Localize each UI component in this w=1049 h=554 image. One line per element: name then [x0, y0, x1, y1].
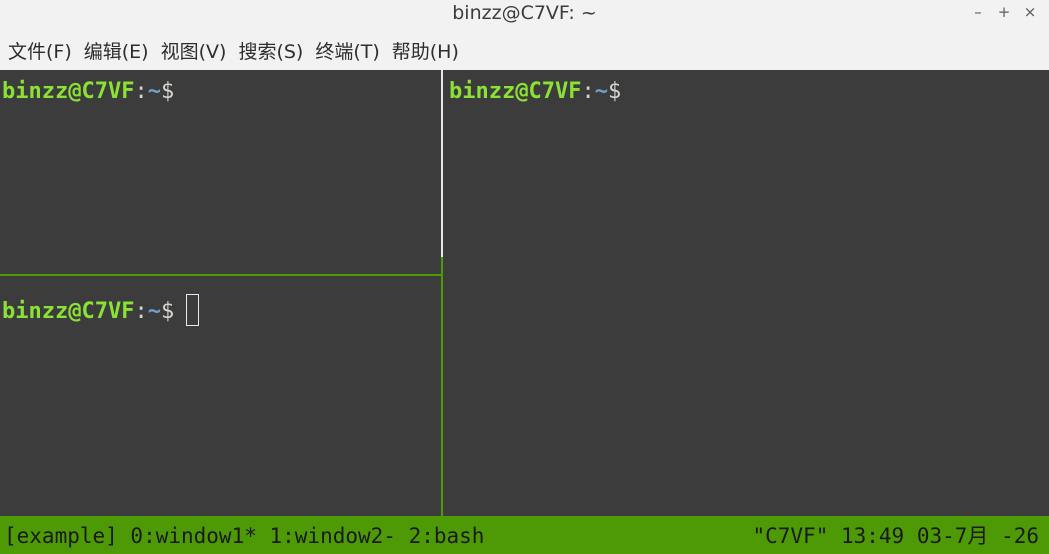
prompt-path: ~ — [594, 79, 608, 104]
prompt-path: ~ — [147, 79, 161, 104]
menu-help[interactable]: 帮助(H) — [386, 34, 465, 70]
tmux-status-bar: [example] 0:window1* 1:window2- 2:bash "… — [0, 516, 1049, 554]
prompt-user-host: binzz@C7VF — [2, 79, 135, 104]
text-cursor — [186, 294, 200, 326]
window-title: binzz@C7VF: ~ — [452, 2, 597, 24]
vertical-divider-lower[interactable] — [441, 257, 443, 516]
menu-edit[interactable]: 编辑(E) — [78, 34, 155, 70]
prompt-dollar: $ — [607, 79, 622, 104]
menu-search[interactable]: 搜索(S) — [232, 34, 309, 70]
prompt-colon: : — [581, 79, 595, 104]
status-host-time: "C7VF" 13:49 03-7月 -26 — [752, 524, 1039, 548]
prompt-dollar: $ — [160, 79, 175, 104]
prompt-path: ~ — [147, 299, 161, 324]
prompt-user-host: binzz@C7VF — [2, 299, 135, 324]
vertical-divider-upper[interactable] — [441, 70, 443, 257]
horizontal-divider[interactable] — [0, 274, 441, 276]
title-bar[interactable]: binzz@C7VF: ~ – + × — [0, 0, 1049, 34]
shell-prompt: binzz@C7VF:~$ — [2, 78, 174, 106]
shell-prompt: binzz@C7VF:~$ — [449, 78, 621, 106]
pane-right[interactable]: binzz@C7VF:~$ — [443, 70, 1041, 516]
menu-bar: 文件(F) 编辑(E) 视图(V) 搜索(S) 终端(T) 帮助(H) — [0, 34, 1049, 70]
terminal-area[interactable]: binzz@C7VF:~$ binzz@C7VF:~$ binzz@C7VF:~… — [0, 70, 1049, 554]
pane-bottom-left[interactable]: binzz@C7VF:~$ — [0, 276, 441, 516]
close-button[interactable]: × — [1017, 0, 1043, 24]
prompt-dollar: $ — [160, 299, 175, 324]
prompt-colon: : — [134, 299, 148, 324]
menu-file[interactable]: 文件(F) — [2, 34, 78, 70]
prompt-colon: : — [134, 79, 148, 104]
window-controls: – + × — [965, 0, 1043, 24]
pane-top-left[interactable]: binzz@C7VF:~$ — [0, 70, 441, 274]
terminal-window: binzz@C7VF: ~ – + × 文件(F) 编辑(E) 视图(V) 搜索… — [0, 0, 1049, 554]
menu-terminal[interactable]: 终端(T) — [309, 34, 385, 70]
status-window-list[interactable]: [example] 0:window1* 1:window2- 2:bash — [4, 516, 484, 554]
menu-view[interactable]: 视图(V) — [155, 34, 233, 70]
shell-prompt: binzz@C7VF:~$ — [2, 294, 200, 326]
scrollbar[interactable] — [1041, 70, 1049, 516]
maximize-button[interactable]: + — [991, 0, 1017, 24]
prompt-user-host: binzz@C7VF — [449, 79, 582, 104]
minimize-button[interactable]: – — [965, 0, 991, 24]
